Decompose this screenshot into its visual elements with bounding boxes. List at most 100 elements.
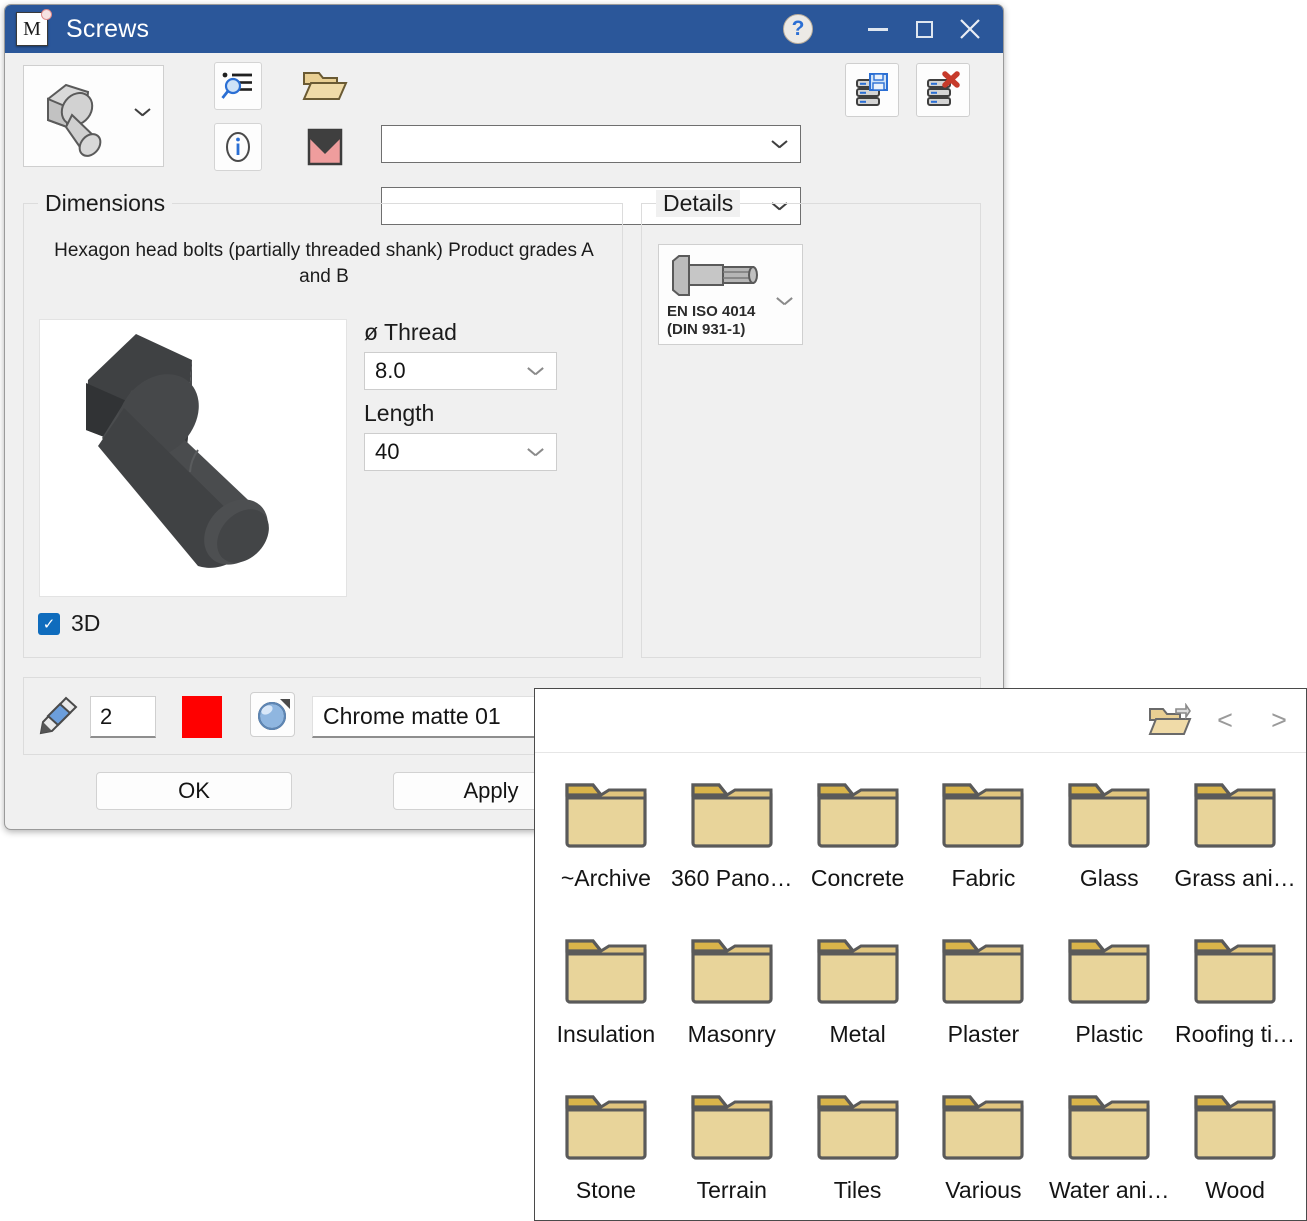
folder-icon	[1194, 783, 1276, 848]
folder-item-label: ~Archive	[560, 865, 651, 891]
pencil-icon	[39, 696, 78, 735]
bolt-preview-image	[39, 319, 347, 597]
folder-item[interactable]: Stone	[543, 1079, 669, 1220]
pencil-button[interactable]	[36, 694, 80, 743]
folder-item[interactable]: Fabric	[921, 767, 1047, 923]
folder-item-label: Stone	[575, 1177, 636, 1203]
folder-item[interactable]: Terrain	[669, 1079, 795, 1220]
folder-icon	[565, 1095, 647, 1160]
folder-item-label: Roofing ti…	[1174, 1021, 1296, 1047]
folder-item-label: Fabric	[951, 865, 1016, 891]
info-button[interactable]	[214, 123, 262, 171]
favorite-button[interactable]	[301, 123, 349, 171]
folder-item[interactable]: 360 Pano…	[669, 767, 795, 923]
folder-item-label: Tiles	[833, 1177, 882, 1203]
folder-item-label: Masonry	[687, 1021, 776, 1047]
checkbox-3d-label: 3D	[71, 610, 101, 636]
folder-item-label: 360 Pano…	[671, 865, 793, 891]
material-folder-grid: ~Archive 360 Pano… Concrete Fabric Glass…	[535, 753, 1306, 1220]
folder-icon	[942, 1095, 1025, 1160]
dimensions-group: Dimensions Hexagon head bolts (partially…	[23, 190, 623, 658]
folder-icon	[1194, 1095, 1276, 1160]
folder-item[interactable]: Metal	[795, 923, 921, 1079]
screen-root: M Screws ? Dimensions Hexagon head bolts…	[0, 0, 1307, 1221]
delete-database-icon	[927, 71, 960, 106]
length-combo[interactable]: 40	[364, 433, 557, 471]
details-group: Details EN ISO 4014 (DIN 931-1)	[641, 190, 981, 658]
folder-item[interactable]: Tiles	[795, 1079, 921, 1220]
chevron-down-icon	[528, 367, 543, 376]
folder-item[interactable]: Roofing ti…	[1172, 923, 1298, 1079]
folder-icon	[1194, 939, 1276, 1004]
checkbox-3d[interactable]: ✓ 3D	[38, 610, 100, 637]
hex-bolt-thumbnail-icon	[47, 83, 102, 157]
folder-icon	[691, 1095, 773, 1160]
folder-item-label: Metal	[829, 1021, 886, 1047]
folder-item[interactable]: Plaster	[921, 923, 1047, 1079]
folder-item[interactable]: ~Archive	[543, 767, 669, 923]
folder-item[interactable]: Glass	[1046, 767, 1172, 923]
screw-thumbnail-combo[interactable]	[23, 65, 164, 167]
length-label: Length	[364, 400, 435, 426]
info-icon	[226, 132, 250, 162]
folder-icon	[691, 939, 773, 1004]
dimensions-group-title: Dimensions	[38, 190, 173, 217]
open-folder-button[interactable]	[301, 62, 349, 110]
next-button[interactable]: >	[1252, 697, 1306, 745]
save-database-button[interactable]	[845, 63, 899, 117]
folder-item-label: Glass	[1079, 865, 1139, 891]
detail-standard-card[interactable]: EN ISO 4014 (DIN 931-1)	[658, 244, 803, 345]
material-name-input[interactable]: Chrome matte 01	[312, 696, 561, 738]
save-database-icon	[856, 73, 888, 106]
ok-button[interactable]: OK	[96, 772, 292, 810]
material-sphere-icon	[257, 698, 290, 730]
folder-icon	[816, 783, 899, 848]
open-folder-up-icon	[1148, 702, 1192, 735]
folder-item-label: Terrain	[696, 1177, 767, 1203]
pen-width-input[interactable]: 2	[90, 696, 156, 738]
detail-standard-caption: EN ISO 4014 (DIN 931-1)	[667, 303, 787, 339]
close-button[interactable]	[947, 6, 993, 52]
category-combo-top[interactable]	[381, 125, 801, 163]
folder-item[interactable]: Various	[921, 1079, 1047, 1220]
detail-standard-line1: EN ISO 4014	[667, 303, 756, 320]
folder-item-label: Wood	[1205, 1177, 1265, 1203]
folder-item-label: Insulation	[556, 1021, 656, 1047]
delete-database-button[interactable]	[916, 63, 970, 117]
open-folder-icon	[302, 72, 348, 100]
folder-icon	[565, 783, 647, 848]
search-button[interactable]	[214, 62, 262, 110]
folder-icon	[1068, 1095, 1150, 1160]
folder-icon	[816, 1095, 899, 1160]
open-parent-folder-button[interactable]	[1146, 701, 1198, 741]
folder-item[interactable]: Masonry	[669, 923, 795, 1079]
folder-item[interactable]: Grass ani…	[1172, 767, 1298, 923]
search-list-icon	[221, 72, 252, 99]
thread-combo[interactable]: 8.0	[364, 352, 557, 390]
thread-label: ø Thread	[364, 319, 457, 345]
folder-item-label: Water ani…	[1048, 1177, 1170, 1203]
folder-item[interactable]: Concrete	[795, 767, 921, 923]
folder-item[interactable]: Wood	[1172, 1079, 1298, 1220]
folder-item[interactable]: Plastic	[1046, 923, 1172, 1079]
chevron-down-icon	[528, 448, 543, 457]
chevron-down-icon	[135, 108, 150, 117]
maximize-button[interactable]	[901, 6, 947, 52]
folder-item-label: Plastic	[1075, 1021, 1144, 1047]
folder-item[interactable]: Water ani…	[1046, 1079, 1172, 1220]
previous-button[interactable]: <	[1198, 697, 1252, 745]
material-browser-header: < >	[535, 689, 1306, 753]
thread-value: 8.0	[375, 358, 406, 383]
folder-item-label: Plaster	[947, 1021, 1020, 1047]
material-sphere-button[interactable]	[250, 692, 295, 737]
folder-icon	[691, 783, 773, 848]
help-button[interactable]: ?	[783, 14, 813, 44]
minimize-button[interactable]	[855, 6, 901, 52]
folder-icon	[565, 939, 647, 1004]
hex-bolt-3d-preview	[86, 334, 269, 568]
title-bar: M Screws ?	[5, 5, 1003, 53]
folder-item-label: Grass ani…	[1174, 865, 1296, 891]
folder-icon	[816, 939, 899, 1004]
color-swatch[interactable]	[182, 696, 222, 738]
folder-item[interactable]: Insulation	[543, 923, 669, 1079]
